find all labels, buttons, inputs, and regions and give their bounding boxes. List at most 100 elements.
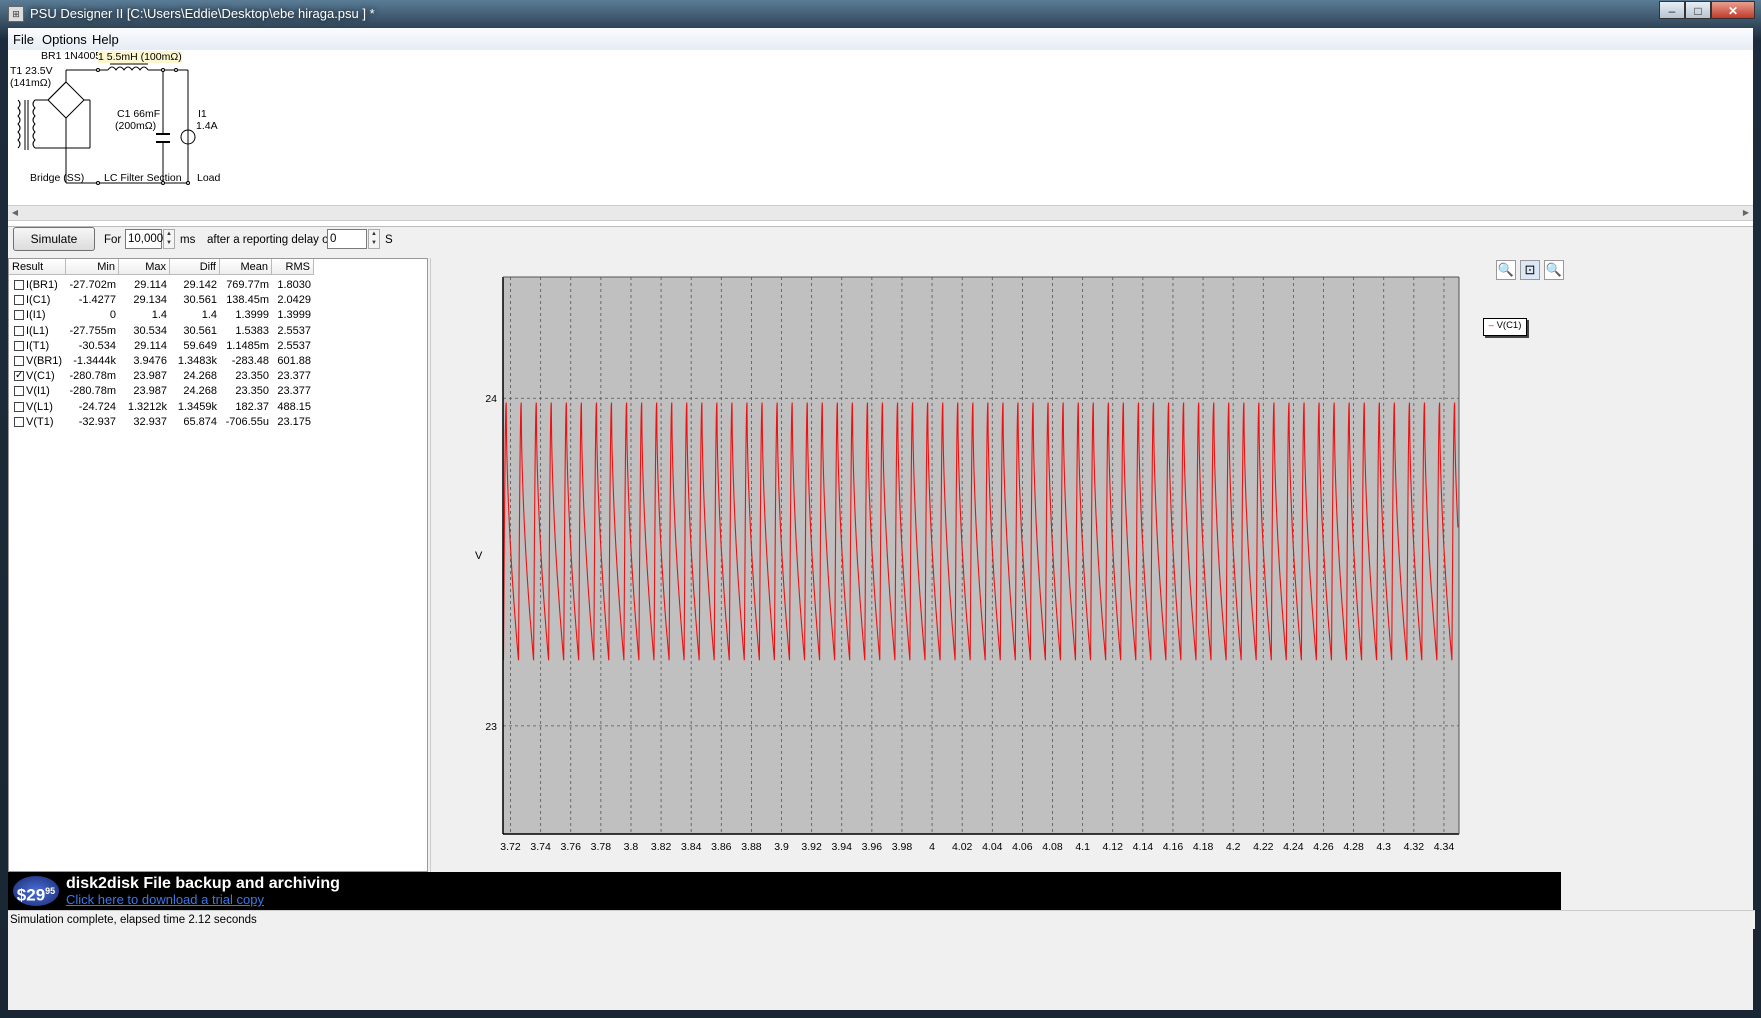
- row-checkbox[interactable]: [14, 325, 24, 336]
- delay-spinner[interactable]: ▲ ▼: [368, 229, 380, 249]
- window-title: PSU Designer II [C:\Users\Eddie\Desktop\…: [30, 6, 375, 21]
- ad-download-link[interactable]: Click here to download a trial copy: [66, 892, 264, 907]
- schematic-panel[interactable]: BR1 1N4005 1 5.5mH (100mΩ) T1 23.5V (141…: [8, 50, 1753, 227]
- cell-rms: 2.0429: [277, 294, 311, 307]
- x-tick-label: 3.94: [832, 841, 853, 853]
- section-filter: LC Filter Section: [104, 172, 182, 184]
- duration-input[interactable]: 10,000: [125, 229, 163, 249]
- app-icon[interactable]: ⊞: [8, 6, 24, 22]
- zoom-out-icon[interactable]: 🔍: [1544, 260, 1564, 280]
- x-tick-label: 3.92: [801, 841, 822, 853]
- cell-rms: 2.5537: [277, 324, 311, 337]
- cell-min: -30.534: [78, 339, 116, 352]
- x-tick-label: 4.04: [982, 841, 1003, 853]
- table-row[interactable]: I(BR1) -27.702m 29.114 29.142 769.77m 1.8030: [9, 278, 427, 293]
- schematic-scrollbar[interactable]: ◀ ▶: [8, 205, 1753, 221]
- cell-name: I(I1): [26, 309, 46, 322]
- row-checkbox[interactable]: [14, 401, 24, 412]
- x-tick-label: 3.9: [774, 841, 789, 853]
- cell-diff: 29.142: [183, 279, 217, 291]
- table-row[interactable]: V(T1) -32.937 32.937 65.874 -706.55u 23.175: [9, 415, 427, 430]
- delay-input[interactable]: 0: [327, 229, 367, 249]
- cell-rms: 488.15: [277, 400, 311, 413]
- ad-banner[interactable]: $2995 disk2disk File backup and archivin…: [8, 872, 1561, 910]
- capacitor-resistance: (200mΩ): [115, 120, 157, 132]
- row-checkbox[interactable]: ✓: [14, 371, 24, 382]
- cell-mean: -706.55u: [225, 415, 269, 428]
- cell-mean: 23.350: [235, 385, 269, 398]
- cell-diff: 24.268: [183, 370, 217, 383]
- zoom-in-icon[interactable]: 🔍: [1496, 260, 1516, 280]
- cell-rms: 1.8030: [277, 279, 311, 291]
- row-checkbox[interactable]: [14, 280, 24, 290]
- table-row[interactable]: ✓ V(C1) -280.78m 23.987 24.268 23.350 23.377: [9, 369, 427, 384]
- cell-max: 3.9476: [133, 355, 167, 367]
- x-tick-label: 4.24: [1283, 841, 1304, 853]
- price-badge: $2995: [13, 876, 59, 906]
- minimize-button[interactable]: –: [1659, 1, 1685, 19]
- col-min[interactable]: Min: [66, 259, 119, 275]
- menu-options[interactable]: Options: [42, 32, 87, 47]
- col-result[interactable]: Result: [9, 259, 66, 275]
- table-row[interactable]: V(L1) -24.724 1.3212k 1.3459k 182.37 488.15: [9, 400, 427, 415]
- col-max[interactable]: Max: [119, 259, 170, 275]
- x-tick-label: 3.86: [711, 841, 732, 853]
- row-checkbox[interactable]: [14, 386, 24, 397]
- cell-diff: 30.561: [183, 324, 217, 337]
- load-label: I1: [198, 108, 207, 120]
- maximize-button[interactable]: □: [1685, 1, 1711, 19]
- status-bar: Simulation complete, elapsed time 2.12 s…: [8, 910, 1755, 929]
- scroll-left-icon[interactable]: ◀: [8, 206, 22, 220]
- table-row[interactable]: V(BR1) -1.3444k 3.9476 1.3483k -283.48 601.88: [9, 354, 427, 369]
- close-button[interactable]: ✕: [1711, 1, 1755, 19]
- cell-name: I(L1): [26, 324, 49, 337]
- table-row[interactable]: I(T1) -30.534 29.114 59.649 1.1485m 2.5537: [9, 339, 427, 354]
- x-tick-label: 4.22: [1253, 841, 1274, 853]
- cell-mean: 182.37: [235, 400, 269, 413]
- cell-diff: 1.3483k: [177, 355, 217, 367]
- scroll-right-icon[interactable]: ▶: [1739, 206, 1753, 220]
- col-rms[interactable]: RMS: [272, 259, 314, 275]
- delay-label: after a reporting delay of: [207, 234, 332, 246]
- cell-diff: 24.268: [183, 385, 217, 398]
- cell-mean: 1.1485m: [226, 339, 269, 352]
- cell-name: V(BR1): [26, 355, 63, 367]
- section-load: Load: [197, 172, 221, 184]
- legend-swatch: –: [1488, 320, 1494, 331]
- col-diff[interactable]: Diff: [170, 259, 220, 275]
- x-tick-label: 3.82: [651, 841, 672, 853]
- cell-min: -32.937: [78, 415, 116, 428]
- results-table[interactable]: Result Min Max Diff Mean RMS I(BR1) -27.7…: [8, 258, 428, 872]
- table-row[interactable]: I(I1) 0 1.4 1.4 1.3999 1.3999: [9, 308, 427, 323]
- cell-name: V(L1): [26, 400, 53, 413]
- table-row[interactable]: V(I1) -280.78m 23.987 24.268 23.350 23.377: [9, 384, 427, 399]
- col-mean[interactable]: Mean: [220, 259, 272, 275]
- simulate-button[interactable]: Simulate: [13, 227, 95, 251]
- cell-min: -280.78m: [69, 370, 116, 383]
- table-row[interactable]: I(L1) -27.755m 30.534 30.561 1.5383 2.5537: [9, 324, 427, 339]
- transformer-label: T1 23.5V: [10, 65, 53, 77]
- app-window: ⊞ PSU Designer II [C:\Users\Eddie\Deskto…: [0, 0, 1761, 1018]
- legend-vc1[interactable]: – V(C1): [1483, 318, 1527, 336]
- x-tick-label: 3.72: [500, 841, 521, 853]
- menu-file[interactable]: File: [13, 32, 34, 47]
- title-bar[interactable]: ⊞ PSU Designer II [C:\Users\Eddie\Deskto…: [0, 0, 1761, 28]
- plot-panel: 🔍 ⊡ 🔍 3.72 3.74 3.76 3.78 3.8 3.82 3.84 3.86 3.8…: [430, 258, 1566, 872]
- zoom-fit-icon[interactable]: ⊡: [1520, 260, 1540, 280]
- row-checkbox[interactable]: [14, 416, 24, 427]
- price: $29: [16, 885, 46, 905]
- duration-spinner[interactable]: ▲ ▼: [163, 229, 175, 249]
- row-checkbox[interactable]: [14, 295, 24, 306]
- row-checkbox[interactable]: [14, 356, 24, 366]
- x-tick-label: 3.88: [741, 841, 762, 853]
- menu-help[interactable]: Help: [92, 32, 119, 47]
- row-checkbox[interactable]: [14, 310, 24, 321]
- x-tick-label: 4: [929, 841, 935, 853]
- row-checkbox[interactable]: [14, 340, 24, 351]
- waveform-chart[interactable]: 3.72 3.74 3.76 3.78 3.8 3.82 3.84 3.86 3.88 3.9 3.…: [431, 258, 1481, 858]
- cell-max: 29.134: [133, 294, 167, 307]
- cell-max: 29.114: [134, 339, 167, 352]
- seconds-label: S: [385, 234, 393, 246]
- table-row[interactable]: I(C1) -1.4277 29.134 30.561 138.45m 2.0429: [9, 293, 427, 308]
- x-tick-label: 3.98: [892, 841, 913, 853]
